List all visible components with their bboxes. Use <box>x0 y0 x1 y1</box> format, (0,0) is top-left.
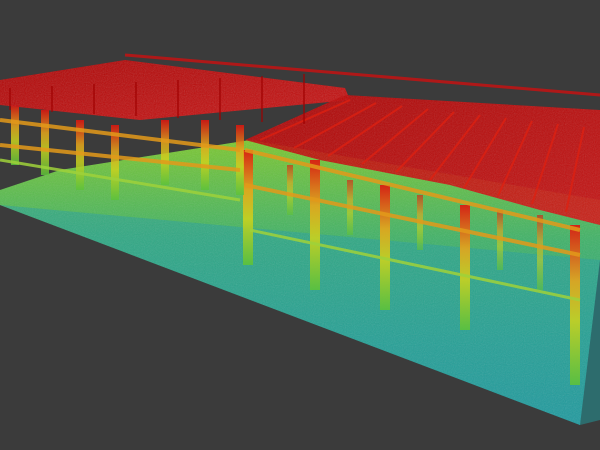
column <box>310 160 320 290</box>
column <box>41 110 49 175</box>
column <box>243 150 253 265</box>
column <box>161 120 169 185</box>
column <box>570 225 580 385</box>
column <box>380 185 390 310</box>
column <box>537 215 543 290</box>
point-cloud-render[interactable] <box>0 0 600 450</box>
column <box>287 165 293 215</box>
column <box>201 120 209 190</box>
point-cloud-viewport[interactable] <box>0 0 600 450</box>
column <box>11 105 19 165</box>
column <box>460 205 470 330</box>
column <box>236 125 244 195</box>
